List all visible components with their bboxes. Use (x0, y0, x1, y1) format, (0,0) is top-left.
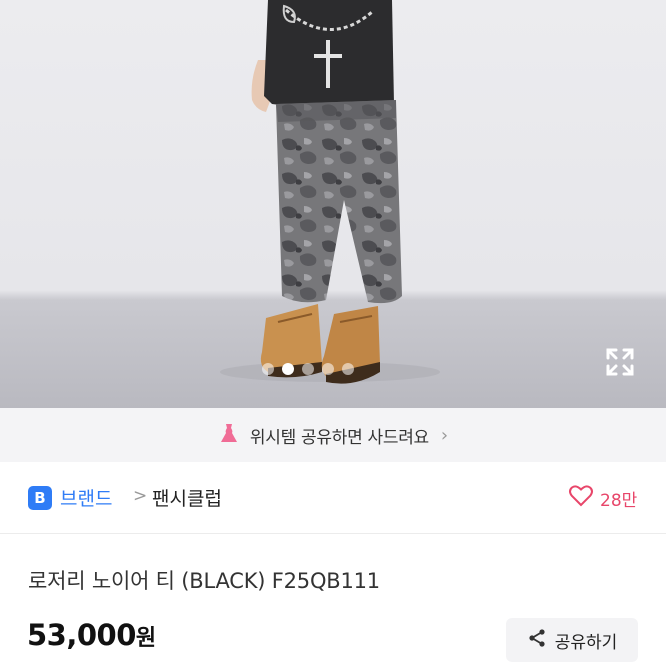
product-image[interactable] (0, 0, 666, 408)
price-value: 53,000 (27, 618, 136, 652)
wish-share-banner[interactable]: 위시템 공유하면 사드려요 › (0, 408, 666, 462)
share-icon (527, 628, 547, 652)
share-button[interactable]: 공유하기 (506, 618, 638, 662)
pagination-dot[interactable] (302, 363, 314, 375)
price-unit: 원 (135, 626, 156, 651)
heart-icon (568, 484, 594, 512)
brand-category-link[interactable]: 브랜드 (60, 484, 112, 511)
share-label: 공유하기 (554, 632, 618, 653)
brand-badge-icon: B (28, 486, 52, 510)
like-button[interactable]: 28만 (568, 484, 637, 512)
image-pagination (262, 362, 354, 376)
like-count: 28만 (600, 490, 638, 511)
wish-banner-text: 위시템 공유하면 사드려요 (249, 427, 429, 448)
brand-row: B 브랜드 > 팬시클럽 28만 (0, 462, 666, 534)
product-price: 53,000원 (27, 618, 156, 652)
pagination-dot[interactable] (262, 363, 274, 375)
pagination-dot[interactable] (322, 363, 334, 375)
pagination-dot[interactable] (342, 363, 354, 375)
pagination-dot-active[interactable] (282, 363, 294, 375)
dress-icon (218, 422, 240, 448)
fullscreen-expand-icon[interactable] (604, 346, 636, 378)
chevron-right-icon: › (440, 424, 449, 446)
breadcrumb-separator: > (133, 486, 148, 506)
product-title: 로저리 노이어 티 (BLACK) F25QB111 (28, 569, 380, 593)
product-photo-illustration (220, 0, 440, 384)
brand-name-link[interactable]: 팬시클럽 (152, 484, 222, 511)
